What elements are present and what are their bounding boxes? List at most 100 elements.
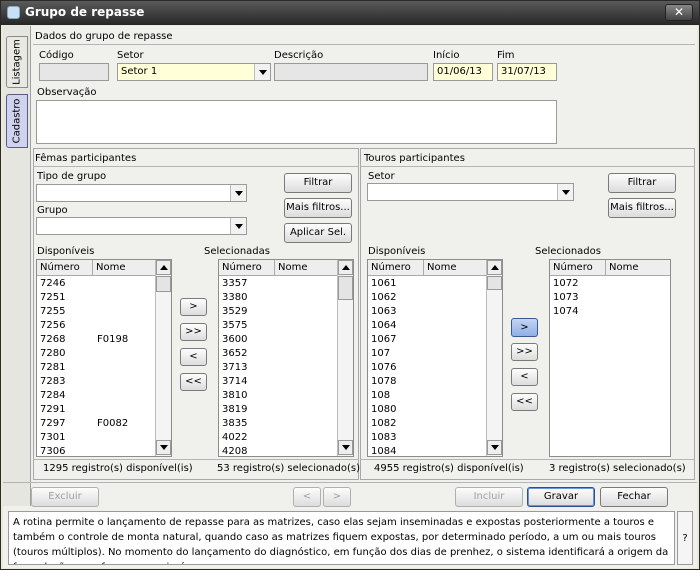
col-nome[interactable]: Nome [93, 260, 156, 276]
fim-label: Fim [497, 50, 515, 61]
touros-remove-all-button[interactable]: << [511, 393, 538, 411]
touros-count-disponiveis: 4955 registro(s) disponível(is) [374, 463, 524, 474]
scrollbar[interactable] [337, 260, 353, 456]
col-numero[interactable]: Número [550, 260, 606, 276]
touros-disponiveis-label: Disponíveis [368, 246, 426, 257]
femeas-selecionadas-label: Selecionadas [204, 246, 270, 257]
close-button[interactable]: ✕ [665, 4, 693, 21]
cell-numero: 3600 [222, 334, 248, 345]
client-area: Listagem Cadastro Dados do grupo de repa… [3, 26, 697, 568]
touros-filtrar-button[interactable]: Filtrar [608, 173, 676, 193]
col-nome[interactable]: Nome [606, 260, 670, 276]
scroll-up-icon[interactable] [487, 260, 502, 275]
cell-numero: 1061 [371, 278, 397, 289]
divider [33, 459, 359, 460]
inicio-field[interactable]: 01/06/13 [433, 63, 493, 81]
scroll-up-icon[interactable] [338, 260, 353, 275]
cell-numero: 1067 [371, 334, 397, 345]
chevron-down-icon[interactable] [557, 184, 573, 200]
touros-add-all-button[interactable]: >> [511, 343, 538, 361]
touros-setor-select[interactable] [367, 183, 574, 201]
col-numero[interactable]: Número [368, 260, 424, 276]
scroll-up-icon[interactable] [156, 260, 171, 275]
fechar-button[interactable]: Fechar [600, 487, 668, 507]
help-text: A rotina permite o lançamento de repasse… [8, 511, 675, 565]
window-title: Grupo de repasse [25, 5, 145, 19]
divider [360, 459, 695, 460]
femeas-remove-button[interactable]: < [180, 348, 207, 366]
descricao-label: Descrição [274, 50, 324, 61]
chevron-down-icon[interactable] [230, 218, 246, 234]
touros-add-button[interactable]: > [511, 318, 538, 337]
touros-remove-button[interactable]: < [511, 368, 538, 386]
observacao-field[interactable] [36, 100, 557, 144]
codigo-label: Código [39, 50, 74, 61]
chevron-down-icon[interactable] [254, 64, 270, 80]
chevron-down-icon[interactable] [230, 185, 246, 201]
femeas-disponiveis-list[interactable]: Número Nome 7246 7251 7255 7256 7268 F0198 728… [36, 259, 172, 457]
col-numero[interactable]: Número [37, 260, 93, 276]
femeas-count-selecionadas: 53 registro(s) selecionado(s) [217, 463, 361, 474]
list-header: Número Nome [219, 260, 338, 276]
touros-count-selecionados: 3 registro(s) selecionado(s) [549, 463, 686, 474]
femeas-aplicar-sel-button[interactable]: Aplicar Sel. [284, 223, 352, 243]
cell-numero: 1083 [371, 432, 397, 443]
col-numero[interactable]: Número [219, 260, 275, 276]
col-nome[interactable]: Nome [424, 260, 487, 276]
scroll-down-icon[interactable] [156, 440, 171, 455]
scroll-thumb[interactable] [156, 276, 171, 292]
scroll-down-icon[interactable] [487, 440, 502, 455]
setor-select[interactable]: Setor 1 [117, 63, 271, 81]
next-record-button[interactable]: > [323, 487, 351, 507]
femeas-count-disponiveis: 1295 registro(s) disponível(is) [43, 463, 193, 474]
scroll-thumb[interactable] [338, 276, 353, 300]
inicio-label: Início [433, 50, 460, 61]
cell-numero: 3835 [222, 418, 248, 429]
scrollbar[interactable] [155, 260, 171, 456]
excluir-button[interactable]: Excluir [31, 487, 99, 507]
tipo-grupo-select[interactable] [36, 184, 247, 202]
fim-field[interactable]: 31/07/13 [497, 63, 557, 81]
divider [360, 166, 695, 167]
touros-mais-filtros-button[interactable]: Mais filtros... [608, 198, 676, 218]
incluir-button[interactable]: Incluir [455, 487, 523, 507]
femeas-selecionadas-list[interactable]: Número Nome 3357 3380 3529 3575 3600 3652 3713… [218, 259, 354, 457]
setor-value: Setor 1 [121, 66, 158, 77]
cell-numero: 7281 [40, 362, 66, 373]
femeas-remove-all-button[interactable]: << [180, 373, 207, 391]
codigo-field[interactable] [39, 63, 109, 81]
cell-numero: 1074 [553, 306, 579, 317]
cell-nome: F0082 [97, 418, 129, 429]
cell-numero: 1072 [553, 278, 579, 289]
grupo-label: Grupo [37, 205, 68, 216]
col-nome[interactable]: Nome [275, 260, 338, 276]
grupo-select[interactable] [36, 217, 247, 235]
tab-listagem[interactable]: Listagem [6, 36, 28, 88]
femeas-disponiveis-label: Disponíveis [37, 246, 95, 257]
femeas-add-button[interactable]: > [180, 298, 207, 316]
cell-numero: 1064 [371, 320, 397, 331]
tab-cadastro[interactable]: Cadastro [6, 94, 28, 148]
cell-numero: 7268 [40, 334, 66, 345]
cell-numero: 3810 [222, 390, 248, 401]
touros-disponiveis-list[interactable]: Número Nome 1061 1062 1063 1064 1067 107 1076 1… [367, 259, 503, 457]
title-bar[interactable]: Grupo de repasse ✕ [1, 1, 699, 25]
list-header: Número Nome [550, 260, 670, 276]
scrollbar[interactable] [486, 260, 502, 456]
gravar-button[interactable]: Gravar [527, 487, 595, 507]
cell-numero: 3529 [222, 306, 248, 317]
scroll-thumb[interactable] [487, 276, 502, 290]
window: Grupo de repasse ✕ Listagem Cadastro Dad… [0, 0, 700, 570]
cell-numero: 7246 [40, 278, 66, 289]
touros-selecionados-list[interactable]: Número Nome 1072 1073 1074 [549, 259, 671, 457]
scroll-down-icon[interactable] [338, 440, 353, 455]
app-icon [7, 6, 20, 19]
femeas-add-all-button[interactable]: >> [180, 323, 207, 341]
descricao-field[interactable] [274, 63, 428, 81]
femeas-mais-filtros-button[interactable]: Mais filtros... [284, 198, 352, 218]
femeas-filtrar-button[interactable]: Filtrar [284, 173, 352, 193]
setor-label: Setor [117, 50, 144, 61]
prev-record-button[interactable]: < [293, 487, 321, 507]
cell-numero: 3713 [222, 362, 248, 373]
help-question-button[interactable]: ? [677, 511, 693, 565]
